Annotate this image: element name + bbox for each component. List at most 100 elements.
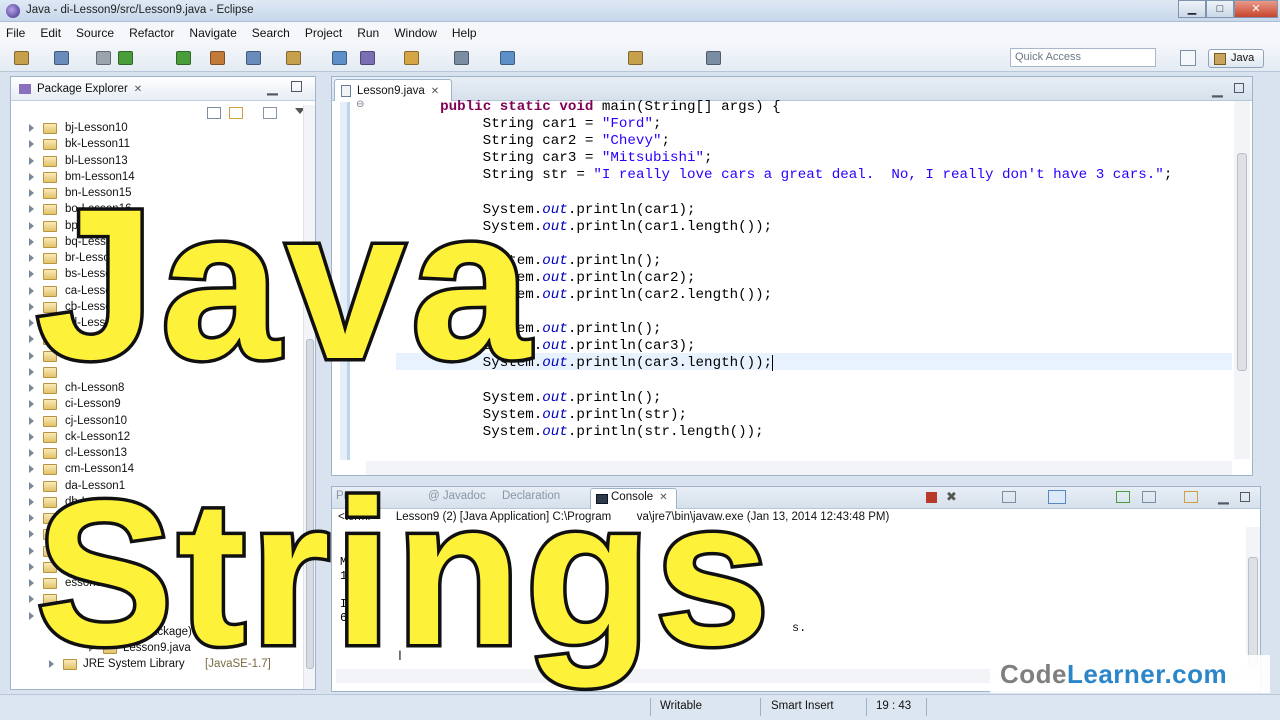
next-annotation-icon[interactable]: [628, 51, 643, 65]
expand-arrow-icon[interactable]: [29, 400, 34, 409]
display-console-icon[interactable]: [1142, 491, 1156, 503]
menu-help[interactable]: Help: [452, 26, 477, 40]
toggle-mark-occurrences-icon[interactable]: [500, 51, 515, 65]
codelearner-logo: CodeLearner.com: [990, 655, 1270, 693]
expand-arrow-icon[interactable]: [29, 124, 34, 132]
expand-arrow-icon[interactable]: [29, 384, 34, 392]
tree-item[interactable]: cj-Lesson10: [11, 414, 299, 430]
quick-access-input[interactable]: Quick Access: [1010, 48, 1156, 67]
maximize-view-icon[interactable]: [1240, 492, 1250, 502]
menu-window[interactable]: Window: [394, 26, 437, 40]
editor-tab-lesson9[interactable]: Lesson9.java ✕: [334, 79, 452, 101]
java-perspective-button[interactable]: Java: [1208, 49, 1264, 68]
minimize-editor-icon[interactable]: ▁: [1212, 81, 1223, 98]
remove-launch-icon[interactable]: ✖: [946, 489, 957, 505]
focus-task-icon[interactable]: [263, 107, 277, 119]
maximize-editor-icon[interactable]: [1234, 83, 1244, 93]
expand-arrow-icon[interactable]: [29, 237, 34, 246]
menu-project[interactable]: Project: [305, 26, 342, 40]
scroll-lock-icon[interactable]: [1048, 490, 1066, 504]
clear-console-icon[interactable]: [1002, 491, 1016, 503]
project-folder-icon: [43, 431, 57, 443]
external-tools-icon[interactable]: [286, 51, 301, 65]
expand-arrow-icon[interactable]: [29, 172, 34, 181]
package-explorer-tab[interactable]: Package Explorer ✕ ▁: [11, 77, 315, 101]
expand-arrow-icon[interactable]: [29, 497, 34, 506]
status-separator: [760, 698, 761, 716]
expand-arrow-icon[interactable]: [29, 335, 34, 344]
new-wizard-icon[interactable]: [54, 51, 69, 65]
status-writable: Writable: [660, 700, 702, 712]
expand-arrow-icon[interactable]: [29, 562, 34, 571]
editor-vertical-scrollbar[interactable]: [1234, 101, 1250, 459]
expand-arrow-icon[interactable]: [29, 416, 34, 425]
collapse-all-icon[interactable]: [207, 107, 221, 119]
expand-arrow-icon[interactable]: [29, 367, 34, 376]
expand-arrow-icon[interactable]: [29, 351, 34, 360]
expand-arrow-icon[interactable]: [29, 449, 34, 457]
expand-arrow-icon[interactable]: [29, 286, 34, 295]
minimize-view-icon[interactable]: ▁: [267, 79, 278, 96]
open-console-icon[interactable]: [1184, 491, 1198, 503]
menu-file[interactable]: File: [6, 26, 25, 40]
expand-arrow-icon[interactable]: [29, 530, 34, 539]
brand-left: Code: [1000, 659, 1067, 689]
expand-arrow-icon[interactable]: [29, 465, 34, 474]
close-button[interactable]: ✕: [1234, 0, 1278, 18]
scrollbar-thumb[interactable]: [1237, 153, 1247, 371]
terminate-icon[interactable]: [926, 492, 937, 503]
close-tab-icon[interactable]: ✕: [431, 86, 439, 97]
pin-console-icon[interactable]: [1116, 491, 1130, 503]
expand-arrow-icon[interactable]: [29, 481, 34, 490]
overlay-title-strings: Strings: [33, 458, 774, 688]
tree-item[interactable]: ck-Lesson12: [11, 430, 299, 446]
project-folder-icon: [43, 415, 57, 427]
expand-arrow-icon[interactable]: [29, 319, 34, 327]
run-icon[interactable]: [246, 51, 261, 65]
new-icon[interactable]: [14, 51, 29, 65]
maximize-view-icon[interactable]: [291, 81, 302, 92]
status-cursor-position: 19 : 43: [876, 700, 912, 712]
skip-breakpoints-icon[interactable]: [176, 51, 191, 65]
expand-arrow-icon[interactable]: [29, 302, 34, 311]
expand-arrow-icon[interactable]: [29, 156, 34, 165]
expand-arrow-icon[interactable]: [29, 270, 34, 279]
menu-navigate[interactable]: Navigate: [189, 26, 236, 40]
maximize-button[interactable]: □: [1206, 0, 1234, 18]
menu-refactor[interactable]: Refactor: [129, 26, 174, 40]
search-icon[interactable]: [454, 51, 469, 65]
expand-arrow-icon[interactable]: [29, 595, 34, 604]
expand-arrow-icon[interactable]: [29, 514, 34, 522]
expand-arrow-icon[interactable]: [29, 611, 34, 620]
back-icon[interactable]: [706, 51, 721, 65]
menu-edit[interactable]: Edit: [40, 26, 61, 40]
window-controls: ▁ □ ✕: [1178, 0, 1278, 18]
close-tab-icon[interactable]: ✕: [134, 84, 142, 95]
expand-arrow-icon[interactable]: [29, 546, 34, 555]
open-type-icon[interactable]: [404, 51, 419, 65]
debug-icon[interactable]: [210, 51, 225, 65]
tree-item-label: cj-Lesson10: [65, 414, 128, 427]
fold-icon[interactable]: ⊖: [356, 99, 364, 110]
expand-arrow-icon[interactable]: [29, 579, 34, 587]
expand-arrow-icon[interactable]: [29, 221, 34, 230]
link-editor-icon[interactable]: [229, 107, 243, 119]
tree-item[interactable]: bk-Lesson11: [11, 137, 299, 153]
menu-search[interactable]: Search: [252, 26, 290, 40]
new-class-icon[interactable]: [360, 51, 375, 65]
minimize-button[interactable]: ▁: [1178, 0, 1206, 18]
minimize-view-icon[interactable]: ▁: [1218, 488, 1229, 505]
tree-item[interactable]: bj-Lesson10: [11, 121, 299, 137]
expand-arrow-icon[interactable]: [29, 205, 34, 214]
open-perspective-icon[interactable]: [1180, 50, 1196, 66]
menu-source[interactable]: Source: [76, 26, 114, 40]
expand-arrow-icon[interactable]: [29, 432, 34, 441]
save-icon[interactable]: [96, 51, 111, 65]
expand-arrow-icon[interactable]: [29, 140, 34, 149]
expand-arrow-icon[interactable]: [29, 254, 34, 262]
scrollbar-thumb[interactable]: [1248, 557, 1258, 667]
new-java-project-icon[interactable]: [332, 51, 347, 65]
expand-arrow-icon[interactable]: [29, 189, 34, 197]
menu-run[interactable]: Run: [357, 26, 379, 40]
save-all-icon[interactable]: [118, 51, 133, 65]
